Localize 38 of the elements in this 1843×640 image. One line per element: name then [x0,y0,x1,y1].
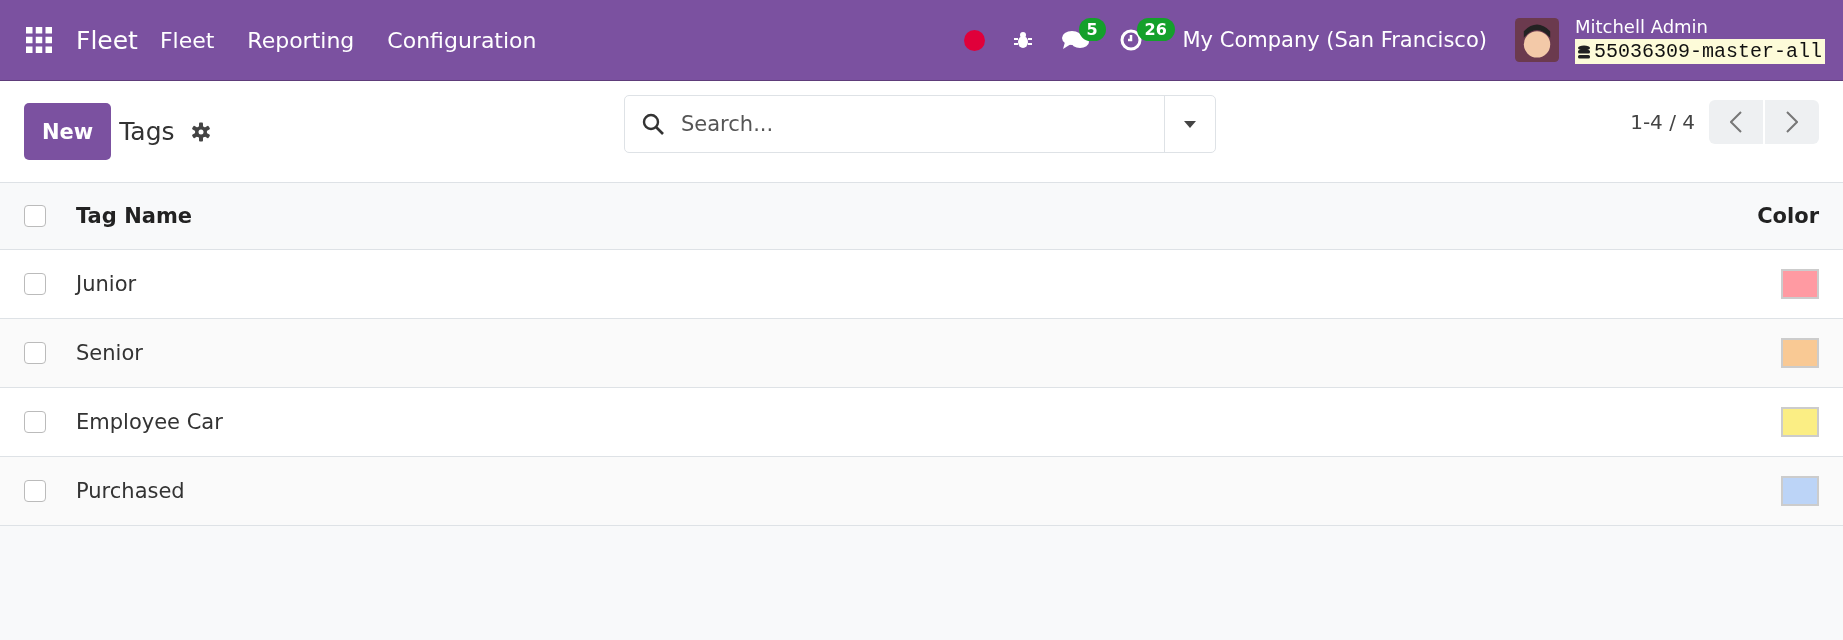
table-cell-text: Senior [76,341,144,365]
activity-count-badge: 26 [1136,18,1175,41]
row-checkbox[interactable] [24,273,46,295]
table-cell-text: Purchased [76,479,186,503]
app-grid-icon[interactable] [26,27,52,53]
row-checkbox[interactable] [24,342,46,364]
pager-value: 1-4 / 4 [1630,109,1695,134]
bug-icon[interactable] [1012,30,1033,50]
search-field[interactable]: Search... [624,95,1216,153]
column-header[interactable]: Tag Name [76,204,1758,228]
app-name[interactable]: Fleet [76,25,138,55]
search-field[interactable]: Search... [679,111,1164,137]
clock-icon[interactable] [1118,28,1143,52]
menu-item[interactable]: Reporting [247,27,355,53]
database-icon [1577,44,1590,59]
chevron-right-icon [1786,110,1798,133]
settings-icon[interactable] [190,121,211,142]
database-name: 55036309-master-all [1593,40,1822,63]
table-cell-text: Employee Car [76,410,224,434]
row-checkbox[interactable] [24,411,46,433]
company-switcher[interactable]: My Company (San Francisco) [1182,28,1487,52]
row-checkbox[interactable] [24,480,46,502]
select-all-checkbox[interactable] [24,205,46,227]
next-page-button[interactable] [1765,99,1819,144]
record-dot-icon[interactable] [963,29,985,51]
menu-item[interactable]: Configuration [387,27,537,53]
table-cell-text: Junior [76,272,138,296]
search-icon [641,112,665,136]
column-header[interactable]: Color [1757,204,1819,228]
menu-item[interactable]: Fleet [159,27,215,53]
user-name[interactable]: Mitchell Admin [1574,16,1825,37]
message-count-badge: 5 [1078,18,1106,41]
avatar-icon[interactable] [1514,18,1559,62]
chevron-left-icon [1730,110,1742,133]
new-button[interactable]: New [24,103,112,160]
previous-page-button[interactable] [1709,99,1763,144]
page-title: Tags [119,117,175,146]
caret-icon [1184,120,1196,128]
